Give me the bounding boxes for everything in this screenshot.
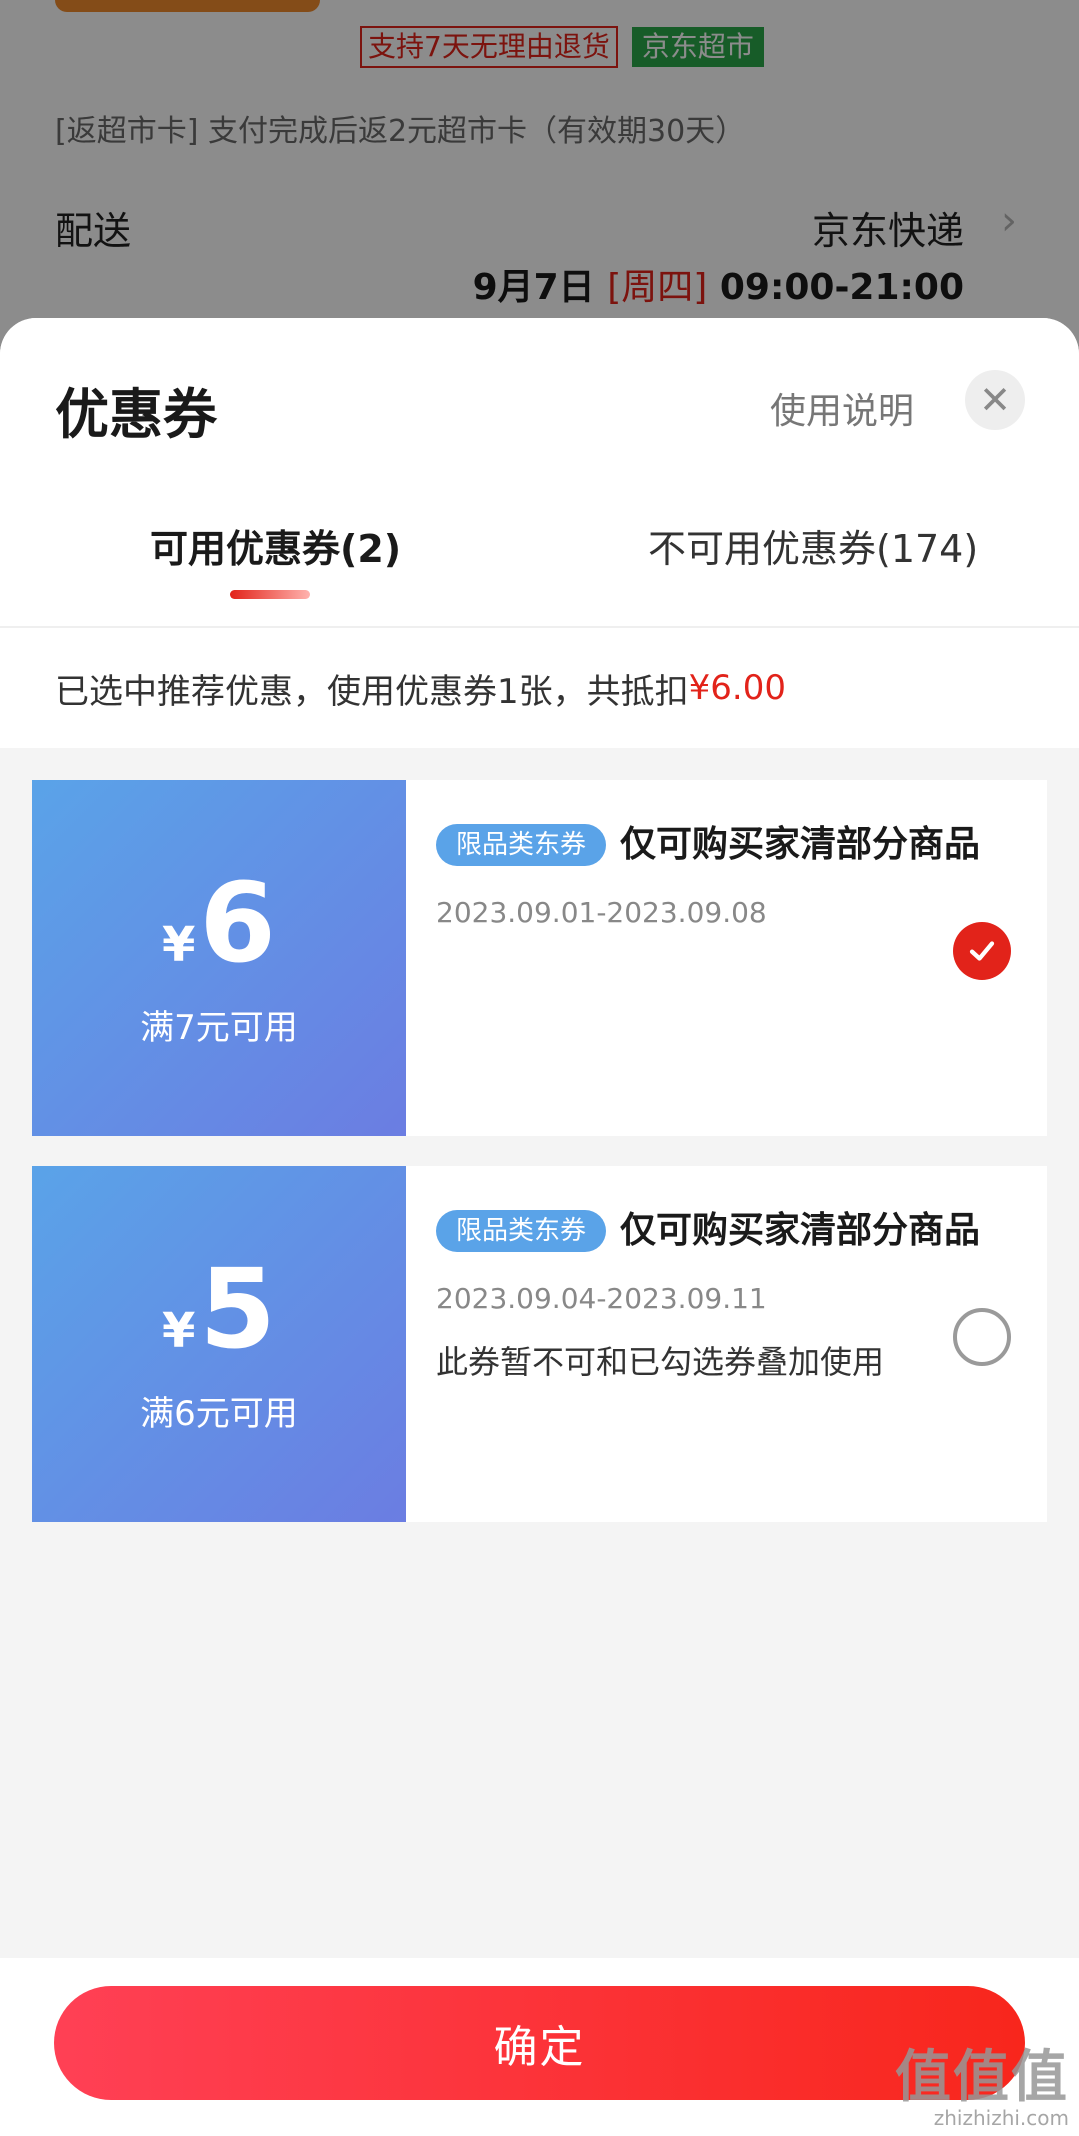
coupon-checkbox-checked[interactable]	[953, 922, 1011, 980]
sheet-title: 优惠券	[55, 383, 217, 446]
coupon-title: 限品类东券 仅可购买家清部分商品	[436, 1202, 996, 1260]
coupon-title: 限品类东券 仅可购买家清部分商品	[436, 816, 996, 874]
close-icon: ✕	[979, 378, 1011, 422]
tab-unavailable-coupons[interactable]: 不可用优惠券(174)	[648, 518, 978, 573]
coupon-threshold: 满7元可用	[140, 1007, 298, 1048]
confirm-button[interactable]: 确定	[54, 1986, 1025, 2100]
usage-instructions-link[interactable]: 使用说明	[770, 382, 914, 434]
coupon-details: 限品类东券 仅可购买家清部分商品 2023.09.01-2023.09.08	[406, 780, 1047, 1136]
coupon-card[interactable]: ¥ 6 满7元可用 限品类东券 仅可购买家清部分商品 2023.09.01-202…	[26, 780, 1047, 1136]
selection-summary: 已选中推荐优惠，使用优惠券1张，共抵扣 ¥6.00	[0, 628, 1079, 748]
site-watermark: 值值值 zhizhizhi.com	[895, 2045, 1069, 2131]
sheet-footer: 确定 值值值 zhizhizhi.com	[0, 1958, 1079, 2136]
coupon-validity: 2023.09.04-2023.09.11	[436, 1282, 767, 1315]
currency-symbol: ¥	[162, 1302, 196, 1359]
coupon-price: ¥ 5	[162, 1254, 276, 1364]
coupon-validity: 2023.09.01-2023.09.08	[436, 896, 767, 929]
coupon-sheet: 优惠券 使用说明 ✕ 可用优惠券(2) 不可用优惠券(174) 已选中推荐优惠，…	[0, 318, 1079, 2136]
coupon-type-badge: 限品类东券	[436, 824, 607, 866]
coupon-value-panel: ¥ 6 满7元可用	[26, 780, 406, 1136]
coupon-value: 6	[199, 858, 276, 987]
coupon-title-text: 仅可购买家清部分商品	[620, 824, 981, 865]
coupon-card[interactable]: ¥ 5 满6元可用 限品类东券 仅可购买家清部分商品 2023.09.04-202…	[26, 1166, 1047, 1522]
currency-symbol: ¥	[162, 916, 196, 973]
active-tab-indicator	[230, 590, 310, 599]
tab-available-coupons[interactable]: 可用优惠券(2)	[150, 518, 401, 573]
close-button[interactable]: ✕	[965, 370, 1025, 430]
coupon-value: 5	[199, 1244, 276, 1373]
coupon-checkbox-unchecked[interactable]	[953, 1308, 1011, 1366]
summary-text: 已选中推荐优惠，使用优惠券1张，共抵扣	[55, 671, 689, 712]
coupon-details: 限品类东券 仅可购买家清部分商品 2023.09.04-2023.09.11 此券…	[406, 1166, 1047, 1522]
coupon-tabs: 可用优惠券(2) 不可用优惠券(174)	[0, 518, 1079, 628]
coupon-value-panel: ¥ 5 满6元可用	[26, 1166, 406, 1522]
coupon-type-badge: 限品类东券	[436, 1210, 607, 1252]
discount-amount: ¥6.00	[688, 668, 786, 708]
watermark-logo-text: 值值值	[895, 2045, 1069, 2110]
modal-overlay[interactable]	[0, 0, 1079, 330]
sheet-header: 优惠券 使用说明 ✕ 可用优惠券(2) 不可用优惠券(174)	[0, 318, 1079, 628]
coupon-threshold: 满6元可用	[140, 1393, 298, 1434]
checkmark-icon	[969, 941, 995, 961]
coupon-title-text: 仅可购买家清部分商品	[620, 1210, 981, 1251]
coupon-price: ¥ 6	[162, 868, 276, 978]
coupon-stacking-note: 此券暂不可和已勾选券叠加使用	[436, 1343, 885, 1381]
